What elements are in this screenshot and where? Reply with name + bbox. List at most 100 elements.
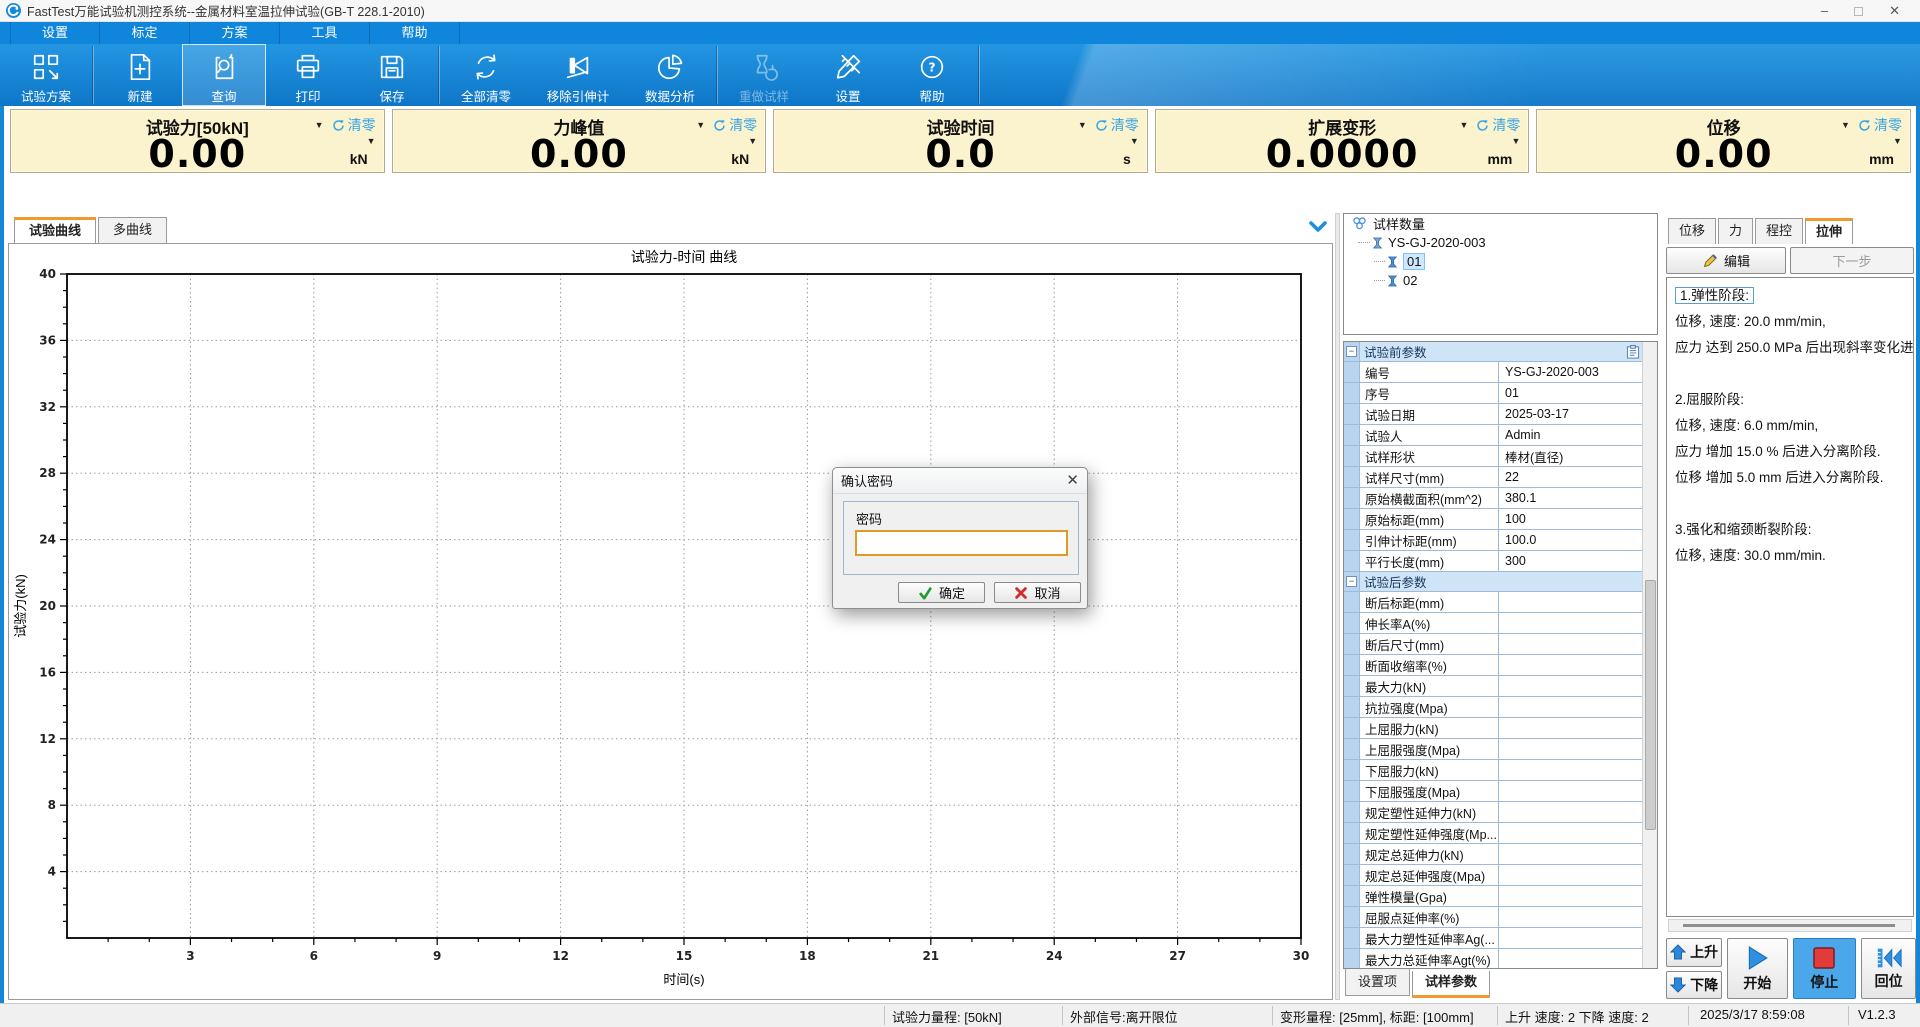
param-row[interactable]: 规定塑性延伸力(kN) xyxy=(1344,802,1644,823)
move-up-button[interactable]: 上升 xyxy=(1666,938,1722,967)
check-icon xyxy=(918,586,933,600)
tree-child-node-0[interactable]: 01 xyxy=(1344,252,1657,271)
toolbar-extensometer-button[interactable]: 移除引伸计 xyxy=(528,44,628,106)
control-tab-0[interactable]: 位移 xyxy=(1668,218,1716,244)
return-home-button[interactable]: 回位 xyxy=(1861,938,1916,999)
param-row[interactable]: 规定总延伸强度(Mpa) xyxy=(1344,865,1644,886)
menu-item-3[interactable]: 工具 xyxy=(280,22,370,44)
toolbar-help-button[interactable]: ?帮助 xyxy=(890,44,974,106)
param-row[interactable]: 伸长率A(%) xyxy=(1344,613,1644,634)
chevron-down-icon[interactable]: ▼ xyxy=(696,120,705,130)
toolbar-plan-button[interactable]: 试验方案 xyxy=(4,44,88,106)
param-row[interactable]: 上屈服力(kN) xyxy=(1344,718,1644,739)
control-tab-2[interactable]: 程控 xyxy=(1755,218,1803,244)
toolbar: 试验方案新建查询打印保存全部清零移除引伸计数据分析重做试样设置?帮助 xyxy=(0,44,1920,106)
param-row[interactable]: 平行长度(mm) 300 xyxy=(1344,551,1644,572)
toolbar-reset-all-button[interactable]: 全部清零 xyxy=(444,44,528,106)
redo-sample-icon xyxy=(748,51,780,83)
clipboard-icon[interactable] xyxy=(1626,345,1640,359)
param-row[interactable]: 最大力(kN) xyxy=(1344,676,1644,697)
next-step-button[interactable]: 下一步 xyxy=(1790,247,1914,274)
menu-item-4[interactable]: 帮助 xyxy=(370,22,460,44)
menu-item-0[interactable]: 设置 xyxy=(10,22,100,44)
control-tab-3[interactable]: 拉伸 xyxy=(1805,218,1853,244)
down-arrow-icon xyxy=(1670,977,1686,993)
toolbar-printer-button[interactable]: 打印 xyxy=(266,44,350,106)
move-down-button[interactable]: 下降 xyxy=(1666,971,1722,1000)
jog-controls: 上升 下降 开始 停止 回位 xyxy=(1666,938,1916,999)
password-label: 密码 xyxy=(856,509,882,528)
param-value xyxy=(1499,865,1644,885)
tree-child-node-1[interactable]: 02 xyxy=(1344,271,1657,290)
edit-button[interactable]: 编辑 xyxy=(1666,247,1786,274)
tree-root-node[interactable]: YS-GJ-2020-003 xyxy=(1344,233,1657,252)
chevron-down-icon[interactable] xyxy=(1308,220,1328,234)
chart-tab-1[interactable]: 多曲线 xyxy=(98,217,167,243)
chevron-down-icon[interactable]: ▼ xyxy=(1841,120,1850,130)
next-step-label: 下一步 xyxy=(1832,251,1871,270)
chevron-down-icon[interactable]: ▼ xyxy=(1078,120,1087,130)
param-group-header-0[interactable]: − 试验前参数 xyxy=(1344,342,1644,362)
param-value xyxy=(1499,760,1644,780)
chevron-down-icon[interactable]: ▼ xyxy=(1459,120,1468,130)
params-tab-1[interactable]: 试样参数 xyxy=(1412,971,1490,998)
param-row[interactable]: 断后标距(mm) xyxy=(1344,592,1644,613)
control-tab-bar: 位移力程控拉伸 xyxy=(1668,218,1855,244)
param-group-header-1[interactable]: − 试验后参数 xyxy=(1344,572,1644,592)
param-row[interactable]: 试样尺寸(mm) 22 xyxy=(1344,467,1644,488)
collapse-icon[interactable]: − xyxy=(1346,346,1357,357)
cancel-button[interactable]: 取消 xyxy=(994,582,1081,603)
param-row[interactable]: 下屈服强度(Mpa) xyxy=(1344,781,1644,802)
param-row[interactable]: 试验日期 2025-03-17 xyxy=(1344,404,1644,425)
chevron-down-icon[interactable]: ▼ xyxy=(315,120,324,130)
stop-button[interactable]: 停止 xyxy=(1793,938,1857,999)
control-tab-1[interactable]: 力 xyxy=(1718,218,1753,244)
statusbar-section-4: 2025/3/17 8:59:08 xyxy=(1700,1007,1805,1022)
param-row[interactable]: 引伸计标距(mm) 100.0 xyxy=(1344,530,1644,551)
param-row[interactable]: 试验人 Admin xyxy=(1344,425,1644,446)
toolbar-tools-button[interactable]: 设置 xyxy=(806,44,890,106)
param-row[interactable]: 序号 01 xyxy=(1344,383,1644,404)
app-window: FastTest万能试验机测控系统--金属材料室温拉伸试验(GB-T 228.1… xyxy=(0,0,1920,1027)
param-row[interactable]: 最大力塑性延伸率Ag(... xyxy=(1344,928,1644,949)
minimize-button[interactable]: – xyxy=(1821,0,1828,22)
param-row[interactable]: 下屈服力(kN) xyxy=(1344,760,1644,781)
toolbar-new-doc-button[interactable]: 新建 xyxy=(98,44,182,106)
stage-horizontal-scrollbar[interactable] xyxy=(1668,919,1912,932)
param-row[interactable]: 抗拉强度(Mpa) xyxy=(1344,697,1644,718)
param-row[interactable]: 编号 YS-GJ-2020-003 xyxy=(1344,362,1644,383)
param-row[interactable]: 最大力总延伸率Agt(%) xyxy=(1344,949,1644,969)
collapse-icon[interactable]: − xyxy=(1346,576,1357,587)
param-row[interactable]: 断面收缩率(%) xyxy=(1344,655,1644,676)
maximize-button[interactable] xyxy=(1854,7,1863,16)
param-value xyxy=(1499,886,1644,906)
start-button[interactable]: 开始 xyxy=(1727,938,1787,999)
param-label: 屈服点延伸率(%) xyxy=(1360,907,1499,927)
svg-text:?: ? xyxy=(928,61,935,75)
close-button[interactable]: ✕ xyxy=(1889,0,1900,22)
param-row[interactable]: 上屈服强度(Mpa) xyxy=(1344,739,1644,760)
param-row[interactable]: 规定塑性延伸强度(Mp... xyxy=(1344,823,1644,844)
chart-tab-0[interactable]: 试验曲线 xyxy=(14,217,96,243)
param-row[interactable]: 原始横截面积(mm^2) 380.1 xyxy=(1344,488,1644,509)
password-input[interactable] xyxy=(855,530,1068,556)
param-row[interactable]: 屈服点延伸率(%) xyxy=(1344,907,1644,928)
dialog-close-icon[interactable]: ✕ xyxy=(1066,473,1079,489)
panel-splitter[interactable] xyxy=(1335,213,1340,1000)
param-row[interactable]: 原始标距(mm) 100 xyxy=(1344,509,1644,530)
param-row[interactable]: 弹性模量(Gpa) xyxy=(1344,886,1644,907)
param-row[interactable]: 规定总延伸力(kN) xyxy=(1344,844,1644,865)
tree-child-label: 02 xyxy=(1403,273,1417,288)
param-row[interactable]: 试样形状 棒材(直径) xyxy=(1344,446,1644,467)
param-row[interactable]: 断后尺寸(mm) xyxy=(1344,634,1644,655)
menu-item-2[interactable]: 方案 xyxy=(190,22,280,44)
params-tab-0[interactable]: 设置项 xyxy=(1345,969,1410,996)
ok-button[interactable]: 确定 xyxy=(898,582,985,603)
toolbar-pie-chart-button[interactable]: 数据分析 xyxy=(628,44,712,106)
toolbar-search-doc-button[interactable]: 查询 xyxy=(182,44,266,106)
toolbar-save-button[interactable]: 保存 xyxy=(350,44,434,106)
params-scrollbar[interactable] xyxy=(1642,342,1657,968)
menu-item-1[interactable]: 标定 xyxy=(100,22,190,44)
chart-tab-bar: 试验曲线多曲线 xyxy=(14,217,169,243)
param-label: 试验人 xyxy=(1360,425,1499,445)
